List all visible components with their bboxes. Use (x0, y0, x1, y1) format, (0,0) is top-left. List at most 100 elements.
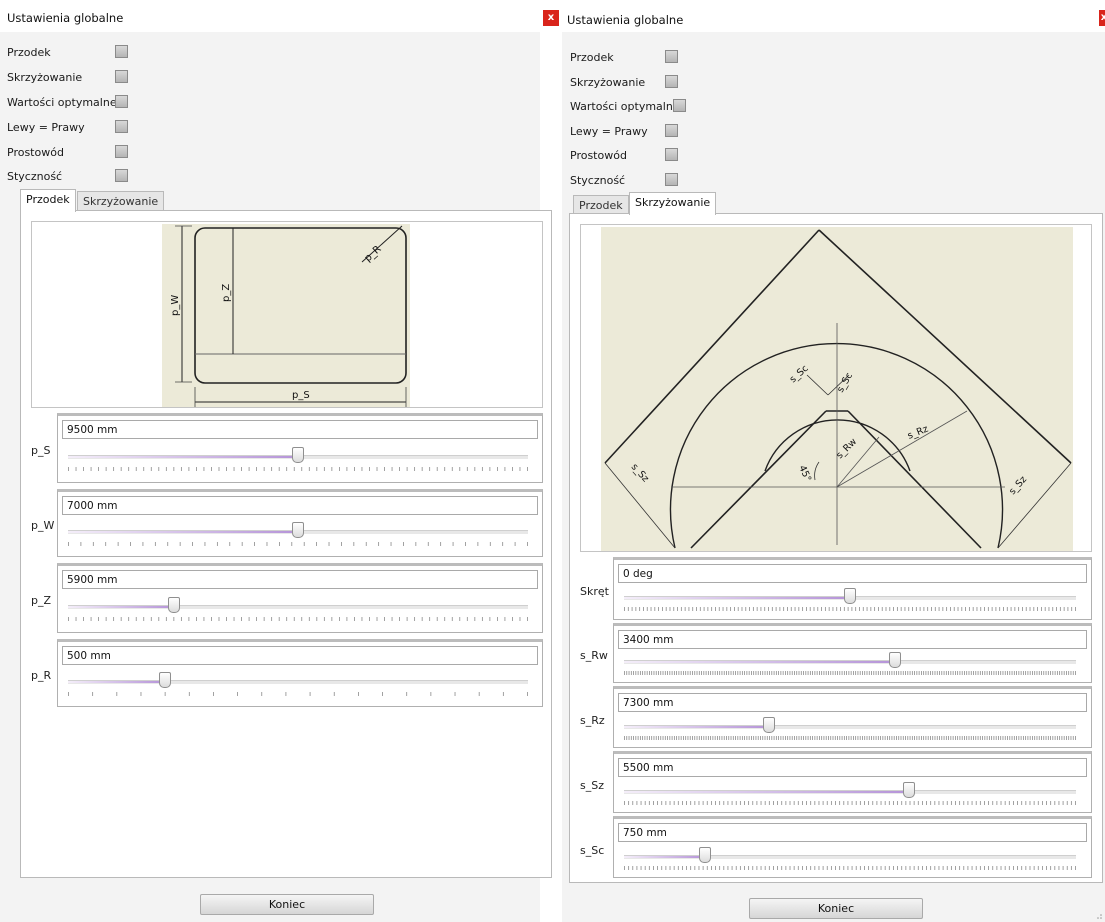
settings-window-right: Ustawienia globalne x Przodek Skrzyżowan… (562, 0, 1105, 922)
checkbox-label: Przodek (570, 51, 614, 64)
checkbox-label: Styczność (7, 170, 63, 183)
slider-box: 0 deg (613, 557, 1092, 620)
diagram-label-pz: p_Z (221, 284, 232, 302)
diagram-frame: s_Sc s_Sc s_Rw s_Rz s_Sz s_Sz 45° (580, 224, 1092, 552)
slider-track[interactable] (68, 605, 528, 609)
slider-group-skret: Skręt 0 deg (580, 557, 1092, 620)
slider-fill (624, 856, 706, 858)
checkbox-lewy-prawy[interactable] (665, 124, 678, 137)
slider-ticks (624, 671, 1076, 675)
checkbox-prostowod[interactable] (115, 145, 128, 158)
slider-box: 9500 mm (57, 413, 543, 483)
slider-track[interactable] (68, 680, 528, 684)
slider-box: 750 mm (613, 816, 1092, 878)
slider-ticks (68, 692, 528, 696)
checkbox-label: Prostowód (570, 149, 627, 162)
slider-group-pw: p_W 7000 mm (31, 489, 543, 557)
close-button[interactable]: x (543, 10, 559, 26)
diagram-frame: p_W p_Z p_R p_S (31, 221, 543, 408)
slider-thumb[interactable] (158, 672, 171, 688)
slider-label: s_Sz (580, 779, 604, 792)
slider-track[interactable] (624, 790, 1076, 794)
slider-group-srz: s_Rz 7300 mm (580, 686, 1092, 748)
slider-ticks (68, 617, 528, 621)
checkbox-prostowod[interactable] (665, 148, 678, 161)
slider-fill (68, 531, 298, 533)
value-field[interactable]: 0 deg (618, 564, 1087, 583)
koniec-button[interactable]: Koniec (200, 894, 374, 915)
tab-bar: Przodek Skrzyżowanie (20, 189, 320, 212)
tab-skrzyzowanie[interactable]: Skrzyżowanie (629, 192, 717, 215)
slider-group-pz: p_Z 5900 mm (31, 563, 543, 633)
slider-box: 3400 mm (613, 623, 1092, 683)
przodek-diagram: p_W p_Z p_R p_S (162, 224, 410, 407)
slider-track[interactable] (624, 855, 1076, 859)
value-field[interactable]: 7300 mm (618, 693, 1087, 712)
checkbox-stycznosc[interactable] (115, 169, 128, 182)
slider-fill (68, 606, 174, 608)
value-field[interactable]: 5500 mm (618, 758, 1087, 777)
tab-panel-przodek: p_W p_Z p_R p_S p_S 9500 mm p_W 7000 mm (20, 210, 552, 878)
tab-skrzyzowanie[interactable]: Skrzyżowanie (77, 191, 165, 211)
checkbox-label: Wartości optymalne (570, 100, 680, 113)
diagram-label-pw: p_W (170, 295, 181, 316)
value-field[interactable]: 750 mm (618, 823, 1087, 842)
slider-thumb[interactable] (292, 522, 304, 538)
slider-fill (68, 456, 298, 458)
slider-ticks (624, 866, 1076, 870)
slider-group-pr: p_R 500 mm (31, 639, 543, 707)
slider-fill (624, 791, 909, 793)
slider-track[interactable] (624, 725, 1076, 729)
value-field[interactable]: 3400 mm (618, 630, 1087, 649)
title-bar[interactable]: Ustawienia globalne x (562, 0, 1105, 32)
value-field[interactable]: 5900 mm (62, 570, 538, 589)
value-field[interactable]: 9500 mm (62, 420, 538, 439)
checkbox-wartosci-optymalne[interactable] (115, 95, 128, 108)
slider-fill (624, 726, 769, 728)
slider-track[interactable] (624, 660, 1076, 664)
window-title: Ustawienia globalne (567, 13, 684, 27)
slider-box: 7300 mm (613, 686, 1092, 748)
resize-grip-icon[interactable] (1095, 912, 1103, 920)
checkbox-label: Lewy = Prawy (7, 121, 85, 134)
value-field[interactable]: 500 mm (62, 646, 538, 665)
title-bar[interactable]: Ustawienia globalne x (0, 0, 559, 32)
koniec-button[interactable]: Koniec (749, 898, 923, 919)
tab-przodek[interactable]: Przodek (573, 195, 629, 215)
checkbox-label: Przodek (7, 46, 51, 59)
slider-thumb[interactable] (889, 652, 902, 668)
value-field[interactable]: 7000 mm (62, 496, 538, 515)
slider-label: p_W (31, 519, 55, 532)
slider-box: 7000 mm (57, 489, 543, 557)
slider-label: s_Sc (580, 844, 605, 857)
slider-thumb[interactable] (844, 588, 856, 604)
checkbox-label: Wartości optymalne (7, 96, 117, 109)
checkbox-lewy-prawy[interactable] (115, 120, 128, 133)
slider-ticks (624, 607, 1076, 611)
slider-group-ssz: s_Sz 5500 mm (580, 751, 1092, 813)
checkbox-label: Skrzyżowanie (570, 76, 646, 89)
tab-przodek[interactable]: Przodek (20, 189, 76, 212)
slider-group-ssc: s_Sc 750 mm (580, 816, 1092, 878)
close-button[interactable]: x (1099, 10, 1105, 26)
slider-thumb[interactable] (762, 717, 775, 733)
checkbox-stycznosc[interactable] (665, 173, 678, 186)
checkbox-skrzyzowanie[interactable] (665, 75, 678, 88)
slider-thumb[interactable] (699, 847, 712, 863)
checkbox-label: Styczność (570, 174, 626, 187)
slider-label: p_S (31, 444, 51, 457)
tab-panel-skrzyzowanie: s_Sc s_Sc s_Rw s_Rz s_Sz s_Sz 45° Skręt … (569, 213, 1103, 883)
slider-fill (68, 681, 165, 683)
checkbox-label: Lewy = Prawy (570, 125, 648, 138)
checkbox-przodek[interactable] (115, 45, 128, 58)
settings-window-left: Ustawienia globalne x Przodek Skrzyżowan… (0, 0, 559, 922)
tab-bar: Przodek Skrzyżowanie (573, 192, 873, 215)
slider-label: p_R (31, 669, 52, 682)
slider-thumb[interactable] (292, 447, 304, 463)
checkbox-skrzyzowanie[interactable] (115, 70, 128, 83)
checkbox-wartosci-optymalne[interactable] (673, 99, 686, 112)
checkbox-przodek[interactable] (665, 50, 678, 63)
slider-thumb[interactable] (167, 597, 180, 613)
slider-fill (624, 661, 896, 663)
slider-thumb[interactable] (902, 782, 915, 798)
